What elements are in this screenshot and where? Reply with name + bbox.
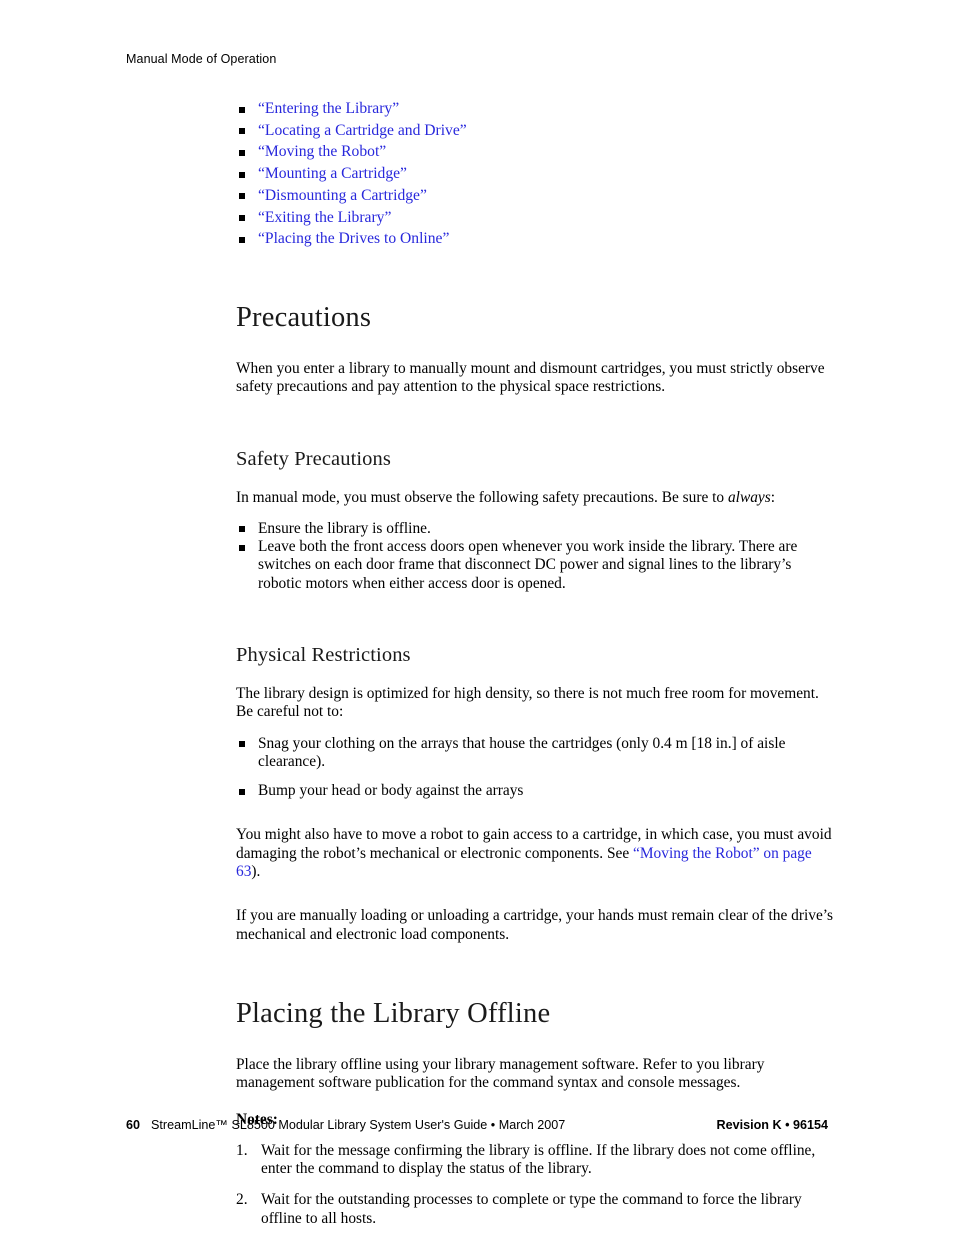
cross-reference-link[interactable]: “Moving the Robot” [258, 143, 386, 160]
list-item[interactable]: “Moving the Robot” [236, 143, 836, 161]
list-item: 1. Wait for the message confirming the l… [236, 1142, 836, 1179]
list-item[interactable]: “Locating a Cartridge and Drive” [236, 122, 836, 140]
square-bullet-icon [239, 215, 245, 222]
physical-restrictions-list: Snag your clothing on the arrays that ho… [236, 735, 836, 801]
page-footer: 60 StreamLine™ SL8500 Modular Library Sy… [126, 1118, 828, 1136]
list-item: Snag your clothing on the arrays that ho… [236, 735, 836, 772]
robot-paragraph-text-after: ). [251, 863, 261, 881]
square-bullet-icon [239, 193, 245, 200]
heading-precautions: Precautions [236, 301, 372, 333]
list-item[interactable]: “Dismounting a Cartridge” [236, 187, 836, 205]
square-bullet-icon [239, 526, 245, 533]
list-item[interactable]: “Mounting a Cartridge” [236, 165, 836, 183]
list-item-text: Snag your clothing on the arrays that ho… [258, 734, 786, 770]
square-bullet-icon [239, 128, 245, 135]
cross-reference-link[interactable]: “Dismounting a Cartridge” [258, 187, 427, 204]
square-bullet-icon [239, 149, 245, 156]
safety-intro-emphasis: always [727, 488, 771, 506]
square-bullet-icon [239, 106, 245, 113]
publication-title: StreamLine™ SL8500 Modular Library Syste… [151, 1118, 566, 1132]
physical-intro-paragraph: The library design is optimized for high… [236, 685, 819, 721]
square-bullet-icon [239, 171, 245, 178]
list-item[interactable]: “Entering the Library” [236, 100, 836, 118]
list-item: Bump your head or body against the array… [236, 782, 836, 800]
square-bullet-icon [239, 741, 245, 748]
document-page: Manual Mode of Operation “Entering the L… [0, 0, 954, 1235]
square-bullet-icon [239, 544, 245, 551]
heading-placing-the-library-offline: Placing the Library Offline [236, 997, 551, 1029]
manual-loading-paragraph: If you are manually loading or unloading… [236, 907, 834, 943]
list-item-number: 1. [236, 1141, 248, 1159]
heading-physical-restrictions: Physical Restrictions [236, 644, 411, 666]
square-bullet-icon [239, 236, 245, 243]
cross-reference-link-list: “Entering the Library” “Locating a Cartr… [236, 100, 836, 248]
cross-reference-link[interactable]: “Exiting the Library” [258, 209, 391, 226]
square-bullet-icon [239, 788, 245, 795]
cross-reference-link[interactable]: “Placing the Drives to Online” [258, 230, 449, 247]
cross-reference-link[interactable]: “Entering the Library” [258, 100, 399, 117]
footer-left-group: 60 StreamLine™ SL8500 Modular Library Sy… [126, 1118, 565, 1132]
heading-safety-precautions: Safety Precautions [236, 447, 391, 470]
safety-intro-text-before: In manual mode, you must observe the fol… [236, 488, 728, 506]
precautions-intro-paragraph: When you enter a library to manually mou… [236, 359, 825, 396]
list-item[interactable]: “Exiting the Library” [236, 209, 836, 227]
page-content: “Entering the Library” “Locating a Cartr… [236, 100, 836, 1228]
list-item-text: Wait for the message confirming the libr… [261, 1141, 816, 1178]
notes-numbered-list: 1. Wait for the message confirming the l… [236, 1142, 836, 1228]
list-item-text: Wait for the outstanding processes to co… [261, 1191, 802, 1227]
safety-precautions-list: Ensure the library is offline. Leave bot… [236, 520, 836, 593]
list-item[interactable]: “Placing the Drives to Online” [236, 230, 836, 248]
list-item-text: Ensure the library is offline. [258, 519, 431, 537]
page-number: 60 [126, 1118, 141, 1132]
safety-intro-paragraph: In manual mode, you must observe the fol… [236, 489, 836, 507]
placing-offline-intro-paragraph: Place the library offline using your lib… [236, 1055, 765, 1092]
list-item-text: Leave both the front access doors open w… [258, 538, 798, 592]
list-item: Ensure the library is offline. [236, 520, 836, 538]
revision-info: Revision K • 96154 [716, 1118, 828, 1132]
list-item-number: 2. [236, 1191, 248, 1209]
running-header: Manual Mode of Operation [126, 52, 277, 66]
cross-reference-link[interactable]: “Locating a Cartridge and Drive” [258, 122, 467, 139]
list-item-text: Bump your head or body against the array… [258, 782, 524, 800]
list-item: Leave both the front access doors open w… [236, 538, 836, 593]
cross-reference-link[interactable]: “Mounting a Cartridge” [258, 165, 407, 182]
robot-access-paragraph: You might also have to move a robot to g… [236, 826, 836, 881]
safety-intro-text-after: : [770, 488, 776, 506]
list-item: 2. Wait for the outstanding processes to… [236, 1191, 836, 1228]
